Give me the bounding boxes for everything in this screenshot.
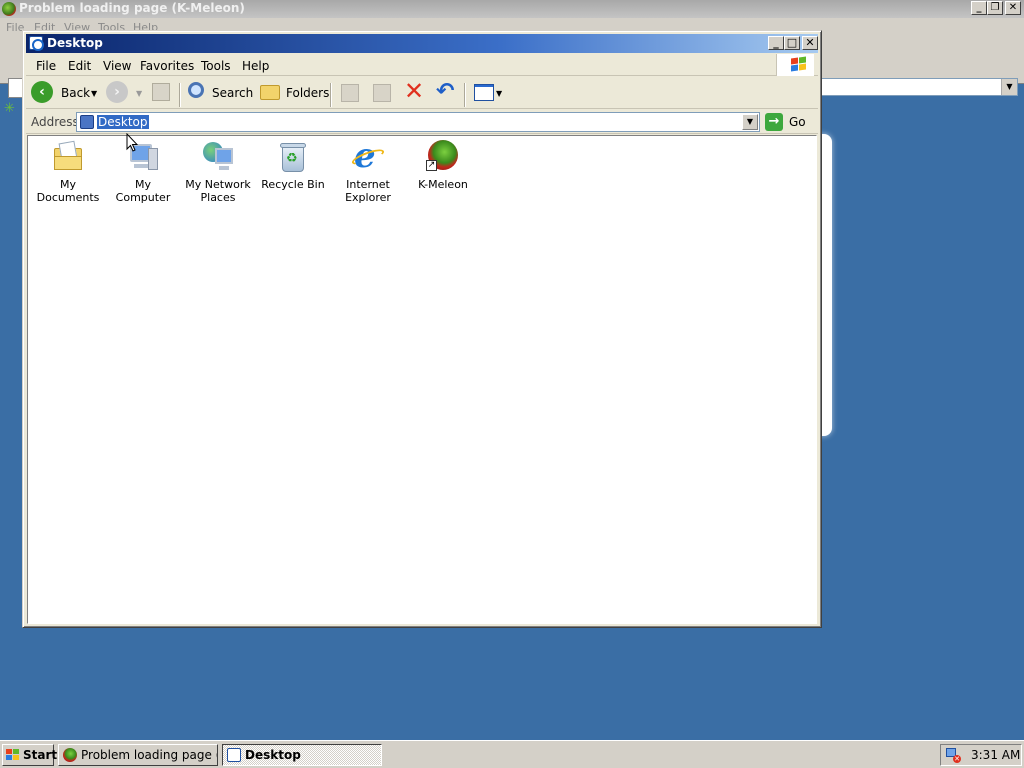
desktop-item-my-documents[interactable]: My Documents [31,140,105,204]
desktop-item-k-meleon[interactable]: ↗ K-Meleon [406,140,480,191]
ie-task-icon [227,748,241,762]
ie-window-icon [29,36,44,51]
desktop-item-label: My Computer [115,178,171,204]
internet-explorer-icon: e [350,138,386,174]
move-to-button[interactable] [338,81,362,105]
folder-content-pane[interactable]: My Documents My Computer My Network Plac… [27,135,817,624]
address-bar: Address Desktop ▼ → Go [26,110,818,134]
search-button[interactable]: Search [186,81,254,105]
undo-button[interactable]: ↶ [434,79,458,105]
forward-dropdown-icon[interactable]: ▼ [136,89,142,98]
taskbar-button-label: Problem loading page (K-... [81,748,217,762]
toolbar-separator [330,83,332,107]
copy-to-icon [373,84,391,102]
menu-file[interactable]: File [36,59,56,73]
undo-icon: ↶ [436,79,455,104]
desktop-item-internet-explorer[interactable]: e Internet Explorer [331,138,405,204]
back-arrow-icon: ‹ [31,81,53,103]
chevron-down-icon[interactable]: ▼ [1001,79,1017,95]
network-status-icon[interactable]: ✕ [946,748,961,763]
forward-button[interactable]: › ▼ [106,81,146,105]
system-tray: ✕ 3:31 AM [940,744,1022,766]
address-label: Address [31,115,79,129]
background-minimize-button[interactable]: _ [971,1,987,15]
mouse-cursor-icon [126,133,138,152]
windows-logo-icon [6,749,20,761]
start-button[interactable]: Start [2,744,58,766]
clock[interactable]: 3:31 AM [971,748,1020,762]
menu-edit[interactable]: Edit [68,59,91,73]
up-folder-button[interactable] [150,81,174,105]
windows-flag-icon [776,54,814,76]
desktop-item-label: My Network Places [185,178,251,204]
desktop-item-label: Recycle Bin [261,178,325,191]
background-title-bar[interactable]: Problem loading page (K-Meleon) _ ❐ ✕ [0,0,1024,18]
menu-tools[interactable]: Tools [201,59,231,73]
back-label: Back [61,86,91,100]
k-meleon-task-icon [63,748,77,762]
explorer-window-title: Desktop [47,36,103,50]
shortcut-arrow-icon: ↗ [426,160,437,171]
views-icon [474,84,494,101]
toolbar-separator [464,83,466,107]
menu-view[interactable]: View [103,59,131,73]
toolbar-separator [179,83,181,107]
close-button[interactable]: ✕ [802,36,818,50]
delete-x-icon: ✕ [404,77,425,105]
copy-to-button[interactable] [370,81,394,105]
desktop-item-my-computer[interactable]: My Computer [106,140,180,204]
start-label: Start [23,748,58,762]
search-icon [188,82,204,98]
go-label: Go [789,115,806,129]
desktop-icon [80,115,94,129]
my-documents-icon [51,140,85,174]
forward-arrow-icon: › [106,81,128,103]
taskbar-button-label: Desktop [245,748,301,762]
taskbar: Start Problem loading page (K-... Deskto… [0,740,1024,768]
folders-button[interactable]: Folders [258,81,330,105]
up-folder-icon [152,83,170,101]
menu-favorites[interactable]: Favorites [140,59,194,73]
loading-spinner-icon: ✳ [4,101,15,116]
address-dropdown-icon[interactable]: ▼ [742,114,758,130]
views-button[interactable]: ▼ [472,81,506,105]
address-field[interactable]: Desktop ▼ [76,112,760,132]
taskbar-button-desktop[interactable]: Desktop [222,744,382,766]
my-network-places-icon [201,140,235,174]
back-button[interactable]: ‹ Back ▼ [31,81,103,105]
back-dropdown-icon[interactable]: ▼ [91,89,97,98]
standard-toolbar: ‹ Back ▼ › ▼ Search Folders ✕ ↶ ▼ [26,77,818,109]
desktop-item-recycle-bin[interactable]: ♻ Recycle Bin [256,140,330,191]
recycle-bin-icon: ♻ [276,140,310,174]
folders-label: Folders [286,86,330,100]
menu-help[interactable]: Help [242,59,269,73]
minimize-button[interactable]: _ [768,36,784,50]
desktop-item-label: K-Meleon [418,178,468,191]
desktop-item-label: My Documents [36,178,100,204]
folder-icon [260,85,280,100]
move-to-icon [341,84,359,102]
desktop-item-my-network-places[interactable]: My Network Places [181,140,255,204]
maximize-button[interactable]: □ [784,36,800,50]
go-arrow-icon: → [765,113,783,131]
address-value[interactable]: Desktop [97,115,149,129]
background-close-button[interactable]: ✕ [1005,1,1021,15]
background-restore-button[interactable]: ❐ [987,1,1003,15]
k-meleon-app-icon [2,2,16,16]
desktop-item-label: Internet Explorer [345,178,391,204]
k-meleon-icon: ↗ [426,140,460,174]
search-label: Search [212,86,254,100]
background-url-field[interactable]: ▼ [818,78,1018,96]
background-window-title: Problem loading page (K-Meleon) [19,1,245,15]
go-button[interactable]: → Go [765,112,815,132]
explorer-title-bar[interactable]: Desktop _ □ ✕ [26,34,818,53]
menu-bar: File Edit View Favorites Tools Help [26,54,818,76]
taskbar-button-k-meleon[interactable]: Problem loading page (K-... [58,744,218,766]
views-dropdown-icon[interactable]: ▼ [496,89,502,98]
explorer-window: Desktop _ □ ✕ File Edit View Favorites T… [22,30,822,628]
delete-button[interactable]: ✕ [402,77,426,105]
